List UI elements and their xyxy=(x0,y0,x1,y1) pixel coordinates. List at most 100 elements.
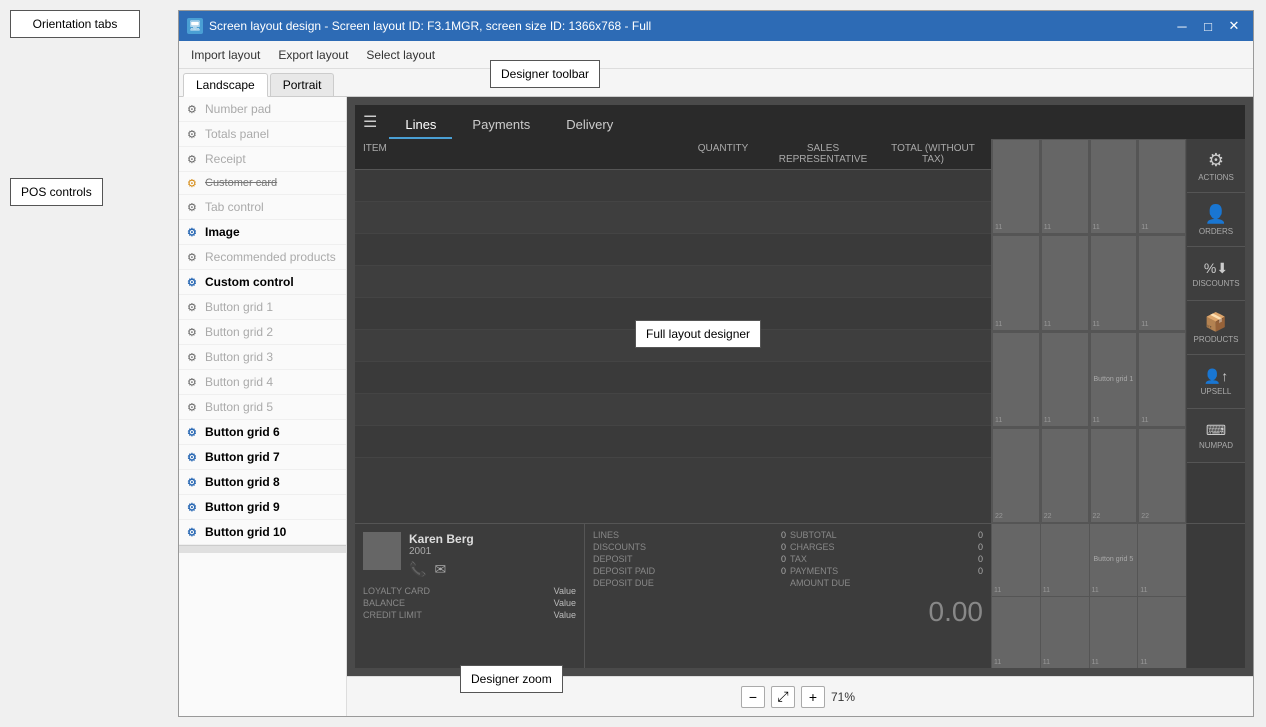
zoom-fit-button[interactable]: ⤢ xyxy=(771,686,795,708)
designer-canvas[interactable]: ☰ Lines Payments Delivery ITEM QUANTITY xyxy=(347,97,1253,676)
sidebar-item-number-pad[interactable]: ⚙ Number pad xyxy=(179,97,346,122)
pos-main-area: ITEM QUANTITY SALES REPRESENTATIVE TOTAL… xyxy=(355,139,1245,523)
sidebar-item-button-grid-7[interactable]: ⚙ Button grid 7 xyxy=(179,445,346,470)
sidebar-item-customer-card[interactable]: ⚙ Customer card xyxy=(179,172,346,195)
landscape-tab[interactable]: Landscape xyxy=(183,73,268,97)
action-btn-orders[interactable]: 👤 ORDERS xyxy=(1187,193,1245,247)
credit-limit-row: CREDIT LIMIT Value xyxy=(363,610,576,620)
btn-cell-r2c2[interactable]: 11 xyxy=(1041,235,1089,330)
sidebar-item-totals-panel[interactable]: ⚙ Totals panel xyxy=(179,122,346,147)
btn-cell-r3c1[interactable]: 11 xyxy=(992,332,1040,427)
bottom-btn-r1c3[interactable]: Button grid 511 xyxy=(1090,524,1138,596)
balance-label: BALANCE xyxy=(363,598,405,608)
action-buttons-panel: ⚙ ACTIONS 👤 ORDERS %⬇ DISCOUNTS xyxy=(1187,139,1245,523)
bottom-btn-r2c3[interactable]: 11 xyxy=(1090,597,1138,669)
actions-icon: ⚙ xyxy=(1208,150,1224,171)
btn-cell-r4c1[interactable]: 22 xyxy=(992,428,1040,523)
customer-action-icons: 📞 ✉ xyxy=(409,561,576,578)
sidebar-item-recommended-products[interactable]: ⚙ Recommended products xyxy=(179,245,346,270)
gear-icon-button-grid-6: ⚙ xyxy=(187,426,199,438)
sidebar-item-button-grid-2[interactable]: ⚙ Button grid 2 xyxy=(179,320,346,345)
action-btn-upsell[interactable]: 👤↑ UPSELL xyxy=(1187,355,1245,409)
numpad-icon: ⌨ xyxy=(1206,422,1226,439)
action-btn-numpad[interactable]: ⌨ NUMPAD xyxy=(1187,409,1245,463)
sidebar-item-button-grid-1[interactable]: ⚙ Button grid 1 xyxy=(179,295,346,320)
sidebar-item-tab-control[interactable]: ⚙ Tab control xyxy=(179,195,346,220)
sidebar-item-image[interactable]: ⚙ Image xyxy=(179,220,346,245)
order-value-subtotal: 0 xyxy=(923,530,983,540)
portrait-tab[interactable]: Portrait xyxy=(270,73,335,96)
btn-cell-r3c3[interactable]: Button grid 111 xyxy=(1090,332,1138,427)
pos-controls-annotation: POS controls xyxy=(10,178,103,206)
pos-controls-label: POS controls xyxy=(21,185,92,199)
bottom-btn-r1c4[interactable]: 11 xyxy=(1138,524,1186,596)
btn-cell-r2c4[interactable]: 11 xyxy=(1138,235,1186,330)
upsell-icon: 👤↑ xyxy=(1204,368,1228,385)
btn-cell-r1c4[interactable]: 11 xyxy=(1138,139,1186,234)
lines-row xyxy=(355,234,991,266)
sidebar-item-custom-control[interactable]: ⚙ Custom control xyxy=(179,270,346,295)
export-layout-menu[interactable]: Export layout xyxy=(270,45,356,65)
customer-panel: Karen Berg 2001 📞 ✉ L xyxy=(355,524,585,668)
title-bar: 🖥 Screen layout design - Screen layout I… xyxy=(179,11,1253,41)
bottom-btn-r1c1[interactable]: 11 xyxy=(992,524,1040,596)
action-btn-upsell-label: UPSELL xyxy=(1201,387,1232,396)
sidebar-item-button-grid-6[interactable]: ⚙ Button grid 6 xyxy=(179,420,346,445)
sidebar-item-button-grid-9[interactable]: ⚙ Button grid 9 xyxy=(179,495,346,520)
balance-value: Value xyxy=(554,598,576,608)
btn-cell-r2c1[interactable]: 11 xyxy=(992,235,1040,330)
action-btn-orders-label: ORDERS xyxy=(1199,227,1233,236)
action-btn-products[interactable]: 📦 PRODUCTS xyxy=(1187,301,1245,355)
discounts-icon: %⬇ xyxy=(1204,260,1228,277)
pos-controls-sidebar: ⚙ Number pad ⚙ Totals panel ⚙ Receipt ⚙ … xyxy=(179,97,347,716)
email-icon: ✉ xyxy=(434,561,446,578)
btn-cell-r1c2[interactable]: 11 xyxy=(1041,139,1089,234)
sidebar-item-button-grid-10[interactable]: ⚙ Button grid 10 xyxy=(179,520,346,545)
btn-cell-r4c3[interactable]: 22 xyxy=(1090,428,1138,523)
minimize-button[interactable]: ─ xyxy=(1171,16,1193,36)
pos-preview: ☰ Lines Payments Delivery ITEM QUANTITY xyxy=(355,105,1245,668)
btn-cell-r3c2[interactable]: 11 xyxy=(1041,332,1089,427)
gear-icon-button-grid-8: ⚙ xyxy=(187,476,199,488)
sidebar-item-button-grid-5[interactable]: ⚙ Button grid 5 xyxy=(179,395,346,420)
bottom-btn-r2c2[interactable]: 11 xyxy=(1041,597,1089,669)
zoom-in-button[interactable]: + xyxy=(801,686,825,708)
action-btn-actions[interactable]: ⚙ ACTIONS xyxy=(1187,139,1245,193)
sidebar-item-button-grid-3[interactable]: ⚙ Button grid 3 xyxy=(179,345,346,370)
designer-toolbar-label: Designer toolbar xyxy=(501,67,589,81)
select-layout-menu[interactable]: Select layout xyxy=(358,45,443,65)
close-button[interactable]: ✕ xyxy=(1223,16,1245,36)
gear-icon-receipt: ⚙ xyxy=(187,153,199,165)
gear-icon-tab-control: ⚙ xyxy=(187,201,199,213)
zoom-out-button[interactable]: − xyxy=(741,686,765,708)
btn-cell-r4c2[interactable]: 22 xyxy=(1041,428,1089,523)
bottom-btn-r2c4[interactable]: 11 xyxy=(1138,597,1186,669)
main-content-area: ⚙ Number pad ⚙ Totals panel ⚙ Receipt ⚙ … xyxy=(179,97,1253,716)
btn-cell-r1c1[interactable]: 11 xyxy=(992,139,1040,234)
order-value-charges: 0 xyxy=(923,542,983,552)
sidebar-item-button-grid-8[interactable]: ⚙ Button grid 8 xyxy=(179,470,346,495)
import-layout-menu[interactable]: Import layout xyxy=(183,45,268,65)
btn-cell-r1c3[interactable]: 11 xyxy=(1090,139,1138,234)
designer-canvas-area: ☰ Lines Payments Delivery ITEM QUANTITY xyxy=(347,97,1253,716)
action-btn-discounts[interactable]: %⬇ DISCOUNTS xyxy=(1187,247,1245,301)
btn-cell-r2c3[interactable]: 11 xyxy=(1090,235,1138,330)
pos-tab-lines[interactable]: Lines xyxy=(389,112,452,139)
btn-cell-r4c4[interactable]: 22 xyxy=(1138,428,1186,523)
bottom-btn-r1c2[interactable]: 11 xyxy=(1041,524,1089,596)
bottom-btn-r2c1[interactable]: 11 xyxy=(992,597,1040,669)
action-btn-actions-label: ACTIONS xyxy=(1198,173,1234,182)
loyalty-card-value: Value xyxy=(554,586,576,596)
btn-cell-r3c4[interactable]: 11 xyxy=(1138,332,1186,427)
sidebar-resizer[interactable] xyxy=(179,545,346,553)
maximize-button[interactable]: □ xyxy=(1197,16,1219,36)
order-label-deposit-due: DEPOSIT DUE xyxy=(593,578,722,588)
pos-tab-delivery[interactable]: Delivery xyxy=(550,112,629,139)
order-value-deposit-paid: 0 xyxy=(726,566,786,576)
pos-tab-payments[interactable]: Payments xyxy=(456,112,546,139)
sidebar-item-button-grid-4[interactable]: ⚙ Button grid 4 xyxy=(179,370,346,395)
order-value-lines: 0 xyxy=(726,530,786,540)
orientation-tab-area: Landscape Portrait xyxy=(179,69,1253,97)
sidebar-item-receipt[interactable]: ⚙ Receipt xyxy=(179,147,346,172)
credit-limit-label: CREDIT LIMIT xyxy=(363,610,422,620)
